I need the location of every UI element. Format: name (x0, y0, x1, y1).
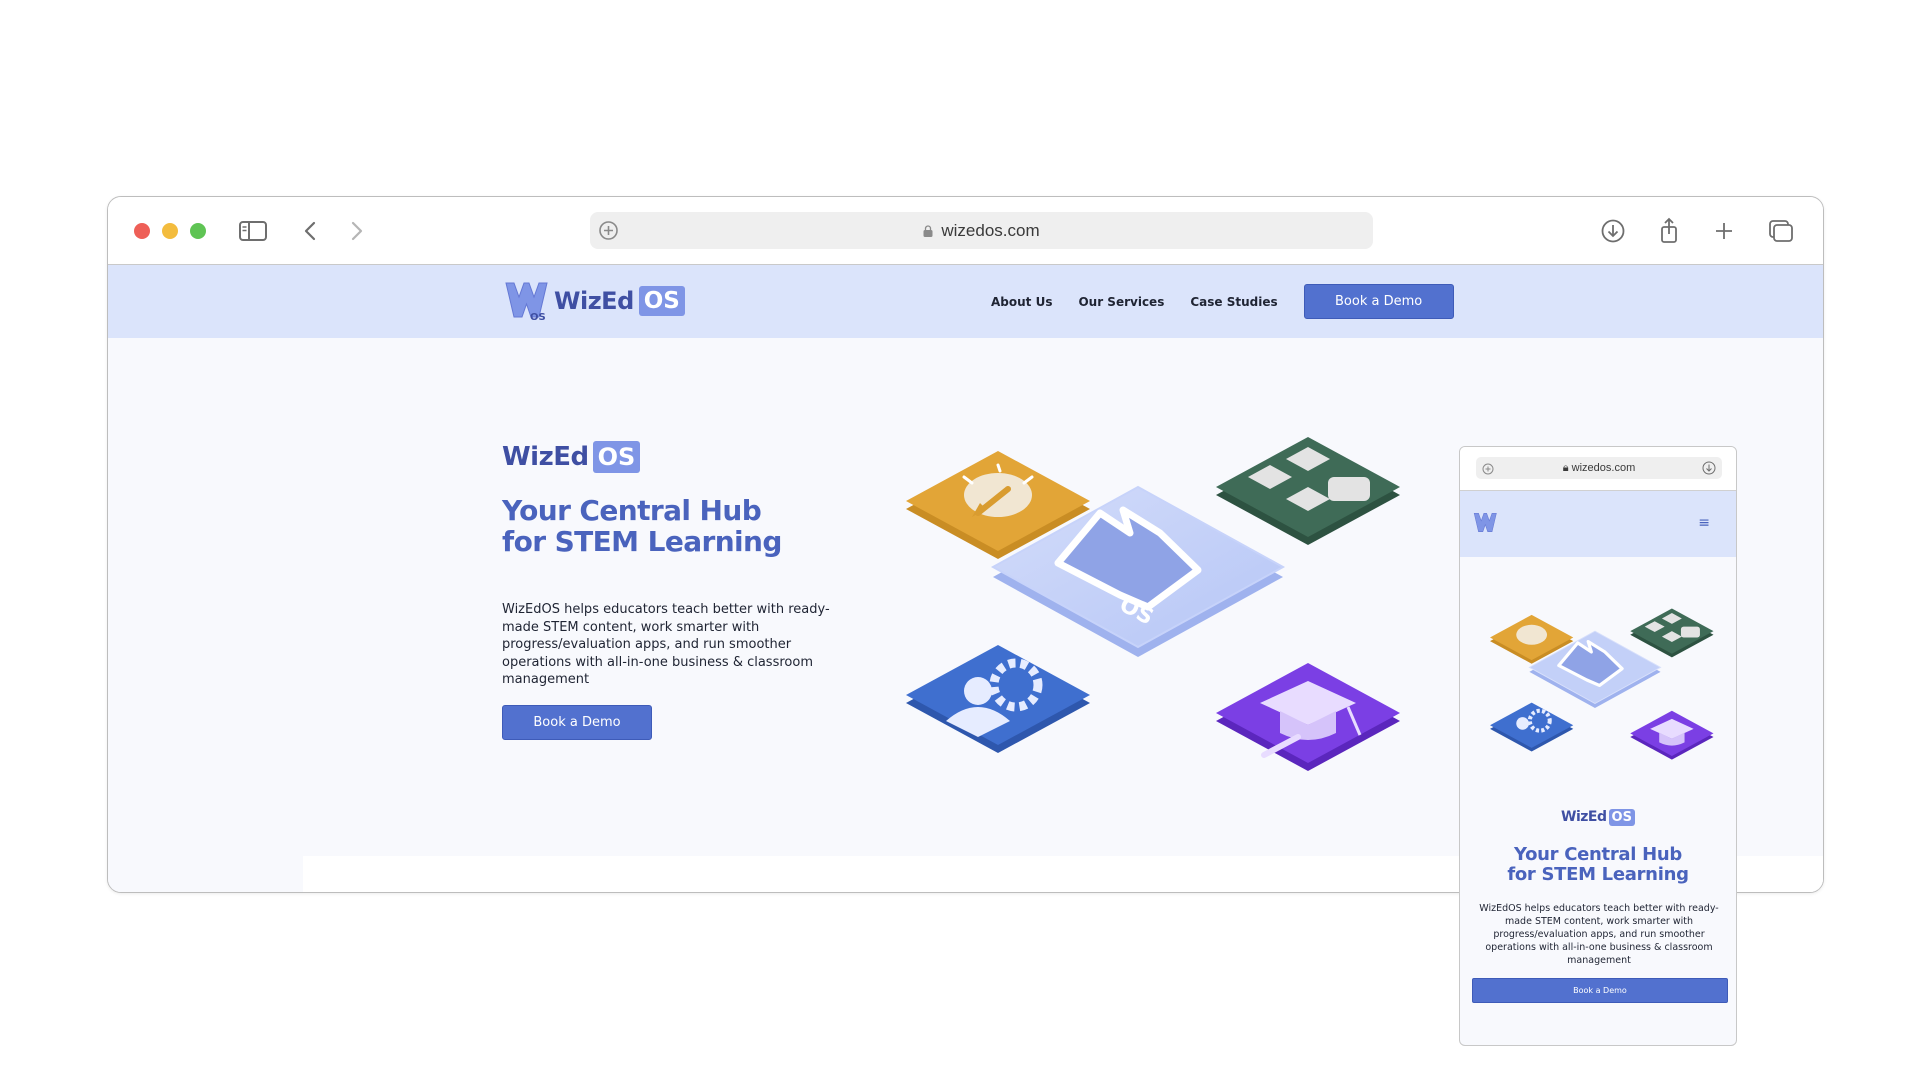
mobile-brand-os-badge: OS (1608, 809, 1635, 826)
wizedos-logo-icon: OS (505, 282, 548, 323)
share-icon[interactable] (1654, 217, 1684, 245)
brand-name: WizEd (554, 287, 634, 315)
mobile-url-text: wizedos.com (1571, 462, 1636, 474)
new-tab-icon[interactable] (1709, 217, 1739, 245)
zoom-window-button[interactable] (190, 223, 206, 239)
site-logo[interactable]: OS WizEd OS (502, 279, 685, 323)
mobile-hero-title: Your Central Hub for STEM Learning (1460, 845, 1736, 885)
users-gear-icon (906, 645, 1090, 753)
address-bar[interactable]: wizedos.com (590, 212, 1373, 249)
hero-book-demo-button[interactable]: Book a Demo (502, 705, 652, 740)
hero-brand-name: WizEd (502, 442, 589, 472)
nav-book-demo-button[interactable]: Book a Demo (1303, 284, 1454, 319)
close-window-button[interactable] (134, 223, 150, 239)
hero-brand: WizEd OS (502, 441, 641, 473)
mobile-hero-brand: WizEd OS (1460, 808, 1736, 826)
svg-text:OS: OS (530, 312, 546, 323)
url-text: wizedos.com (941, 221, 1040, 240)
download-icon[interactable] (1702, 461, 1716, 475)
nav-link-about-us[interactable]: About Us (991, 295, 1052, 309)
mobile-address-bar[interactable]: 🔒︎ wizedos.com (1476, 457, 1722, 479)
browser-toolbar: wizedos.com (108, 197, 1823, 265)
graduation-cap-icon (1630, 710, 1714, 760)
hero-title-line-1: Your Central Hub (502, 494, 762, 527)
nav-link-our-services[interactable]: Our Services (1078, 295, 1164, 309)
graduation-cap-icon (1216, 663, 1400, 771)
site-header: OS WizEd OS About Us Our Services Case S… (108, 265, 1823, 338)
nav-link-case-studies[interactable]: Case Studies (1190, 295, 1277, 309)
wizedos-logo-icon[interactable] (1472, 511, 1498, 535)
mobile-hero-title-line-2: for STEM Learning (1507, 864, 1689, 885)
mobile-book-demo-button[interactable]: Book a Demo (1472, 978, 1728, 1003)
mobile-hero-description: WizEdOS helps educators teach better wit… (1479, 903, 1719, 966)
mobile-brand-name: WizEd (1561, 809, 1607, 825)
tabs-overview-icon[interactable] (1766, 217, 1796, 245)
hero-illustration: OS (906, 437, 1400, 771)
hero-title: Your Central Hub for STEM Learning (502, 495, 882, 557)
grid-apps-icon (1216, 437, 1400, 545)
mobile-hero-illustration (1490, 608, 1714, 760)
minimize-window-button[interactable] (162, 223, 178, 239)
hero-description: WizEdOS helps educators teach better wit… (502, 602, 830, 687)
hero-brand-os-badge: OS (592, 441, 641, 473)
sidebar-icon[interactable] (238, 217, 268, 245)
brand-os-badge: OS (638, 286, 685, 316)
mobile-mockup: 🔒︎ wizedos.com ≡ WizEd OS Your Central H… (1459, 446, 1737, 1046)
mobile-hero-title-line-1: Your Central Hub (1514, 844, 1682, 865)
forward-icon[interactable] (341, 217, 371, 245)
nav-menu: About Us Our Services Case Studies Book … (991, 265, 1454, 338)
lock-icon: 🔒︎ (1562, 462, 1572, 474)
hamburger-menu-icon[interactable]: ≡ (1698, 515, 1710, 531)
grid-apps-icon (1630, 608, 1714, 658)
mobile-site-header: ≡ (1460, 491, 1736, 557)
mobile-browser-toolbar: 🔒︎ wizedos.com (1460, 447, 1736, 491)
download-icon[interactable] (1598, 217, 1628, 245)
back-icon[interactable] (296, 217, 326, 245)
lock-icon (923, 222, 933, 237)
url-display: wizedos.com (590, 221, 1373, 241)
hero-title-line-2: for STEM Learning (502, 525, 782, 558)
mobile-url-display: 🔒︎ wizedos.com (1476, 462, 1722, 475)
users-gear-icon (1490, 702, 1574, 752)
